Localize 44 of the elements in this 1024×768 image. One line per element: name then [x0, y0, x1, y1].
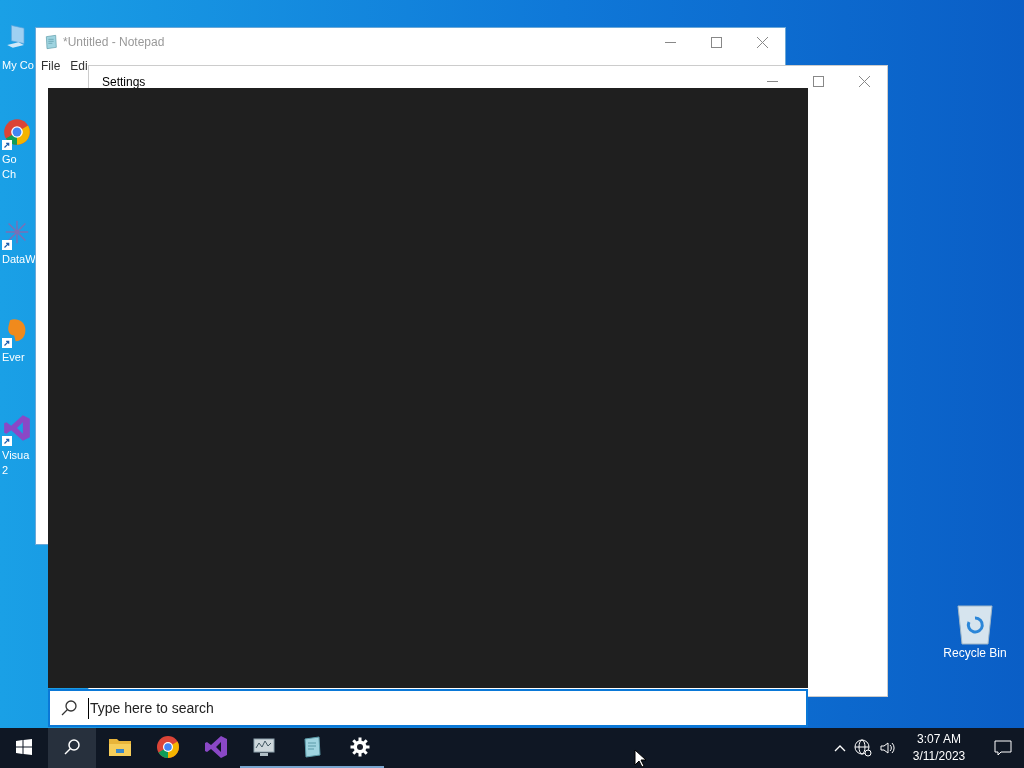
clock[interactable]: 3:07 AM 3/11/2023 [904, 731, 974, 765]
desktop-icon-label[interactable]: Ever [2, 350, 25, 365]
desktop-icon-label[interactable]: Go [2, 152, 17, 167]
minimize-icon [766, 80, 778, 82]
notification-icon[interactable] [994, 740, 1012, 756]
settings-icon [350, 737, 370, 757]
desktop-icon-label[interactable]: 2 [2, 463, 9, 478]
search-bar[interactable]: Type here to search [48, 689, 808, 727]
globe-icon[interactable] [854, 739, 872, 757]
vs-icon [204, 735, 228, 759]
notepad-icon [43, 34, 59, 50]
search-field[interactable]: Type here to search [88, 697, 806, 719]
search-icon [63, 738, 81, 756]
taskbar-button[interactable] [48, 728, 96, 768]
monitor-icon [252, 735, 276, 759]
close-icon [756, 36, 768, 48]
menu-item[interactable]: File [41, 57, 61, 75]
chevron-up-icon[interactable] [834, 744, 846, 752]
desktop-icon-label[interactable]: Recycle Bin [943, 646, 1007, 661]
window-title: *Untitled - Notepad [63, 34, 166, 51]
maximize-icon [710, 36, 722, 48]
desktop-icon-label[interactable]: Visua [2, 448, 30, 463]
chrome-icon [3, 118, 31, 146]
shortcut-arrow-icon [2, 140, 12, 150]
desktop-icon-label[interactable]: DataW [2, 252, 36, 267]
shortcut-arrow-icon [2, 240, 12, 250]
maximize-icon [812, 75, 824, 87]
vs-icon [3, 414, 31, 442]
shortcut-arrow-icon [2, 436, 12, 446]
search-icon [60, 699, 78, 717]
close-icon [858, 75, 870, 87]
minimize-icon [664, 41, 676, 43]
desktop-icon-label[interactable]: My Co [2, 58, 34, 73]
windows-logo-icon [16, 739, 32, 755]
volume-icon[interactable] [880, 740, 896, 756]
menu-item[interactable]: Edi [70, 57, 88, 75]
mouse-cursor-icon [634, 749, 646, 768]
recycle-bin-icon [955, 602, 995, 646]
clock-date: 3/11/2023 [912, 748, 966, 765]
clock-time: 3:07 AM [917, 731, 961, 748]
window-title: Settings [102, 74, 147, 91]
desktop-icon-label[interactable]: Ch [2, 167, 17, 182]
shortcut-arrow-icon [2, 338, 12, 348]
chrome-icon [156, 735, 180, 759]
